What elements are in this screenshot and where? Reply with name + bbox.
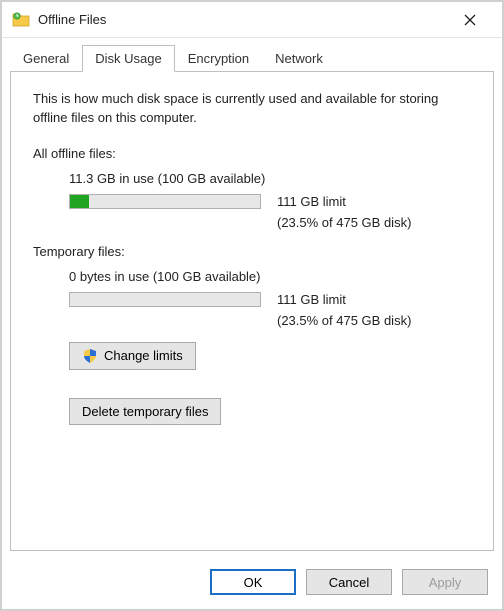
all-offline-label: All offline files: (33, 146, 471, 161)
temporary-usage-text: 0 bytes in use (100 GB available) (69, 269, 471, 284)
temporary-pct-text: (23.5% of 475 GB disk) (277, 313, 471, 328)
window-title: Offline Files (38, 12, 448, 27)
delete-temp-label: Delete temporary files (82, 404, 208, 419)
all-offline-progress-fill (70, 195, 89, 208)
cancel-button[interactable]: Cancel (306, 569, 392, 595)
all-offline-limit-text: 111 GB limit (277, 194, 471, 209)
tab-network[interactable]: Network (262, 45, 336, 72)
dialog-footer: OK Cancel Apply (2, 559, 502, 609)
change-limits-button[interactable]: Change limits (69, 342, 196, 370)
temporary-limit-text: 111 GB limit (277, 292, 471, 307)
all-offline-usage-text: 11.3 GB in use (100 GB available) (69, 171, 471, 186)
apply-button[interactable]: Apply (402, 569, 488, 595)
change-limits-label: Change limits (104, 348, 183, 363)
tab-strip: General Disk Usage Encryption Network (2, 38, 502, 71)
panel-description: This is how much disk space is currently… (33, 90, 471, 128)
delete-temporary-files-button[interactable]: Delete temporary files (69, 398, 221, 425)
titlebar: Offline Files (2, 2, 502, 38)
tab-disk-usage[interactable]: Disk Usage (82, 45, 174, 72)
tab-encryption[interactable]: Encryption (175, 45, 262, 72)
temporary-progress (69, 292, 261, 307)
close-button[interactable] (448, 5, 492, 35)
uac-shield-icon (82, 348, 98, 364)
tab-general[interactable]: General (10, 45, 82, 72)
all-offline-pct-text: (23.5% of 475 GB disk) (277, 215, 471, 230)
offline-files-icon (12, 11, 30, 29)
disk-usage-panel: This is how much disk space is currently… (10, 71, 494, 551)
all-offline-progress (69, 194, 261, 209)
temporary-label: Temporary files: (33, 244, 471, 259)
ok-button[interactable]: OK (210, 569, 296, 595)
